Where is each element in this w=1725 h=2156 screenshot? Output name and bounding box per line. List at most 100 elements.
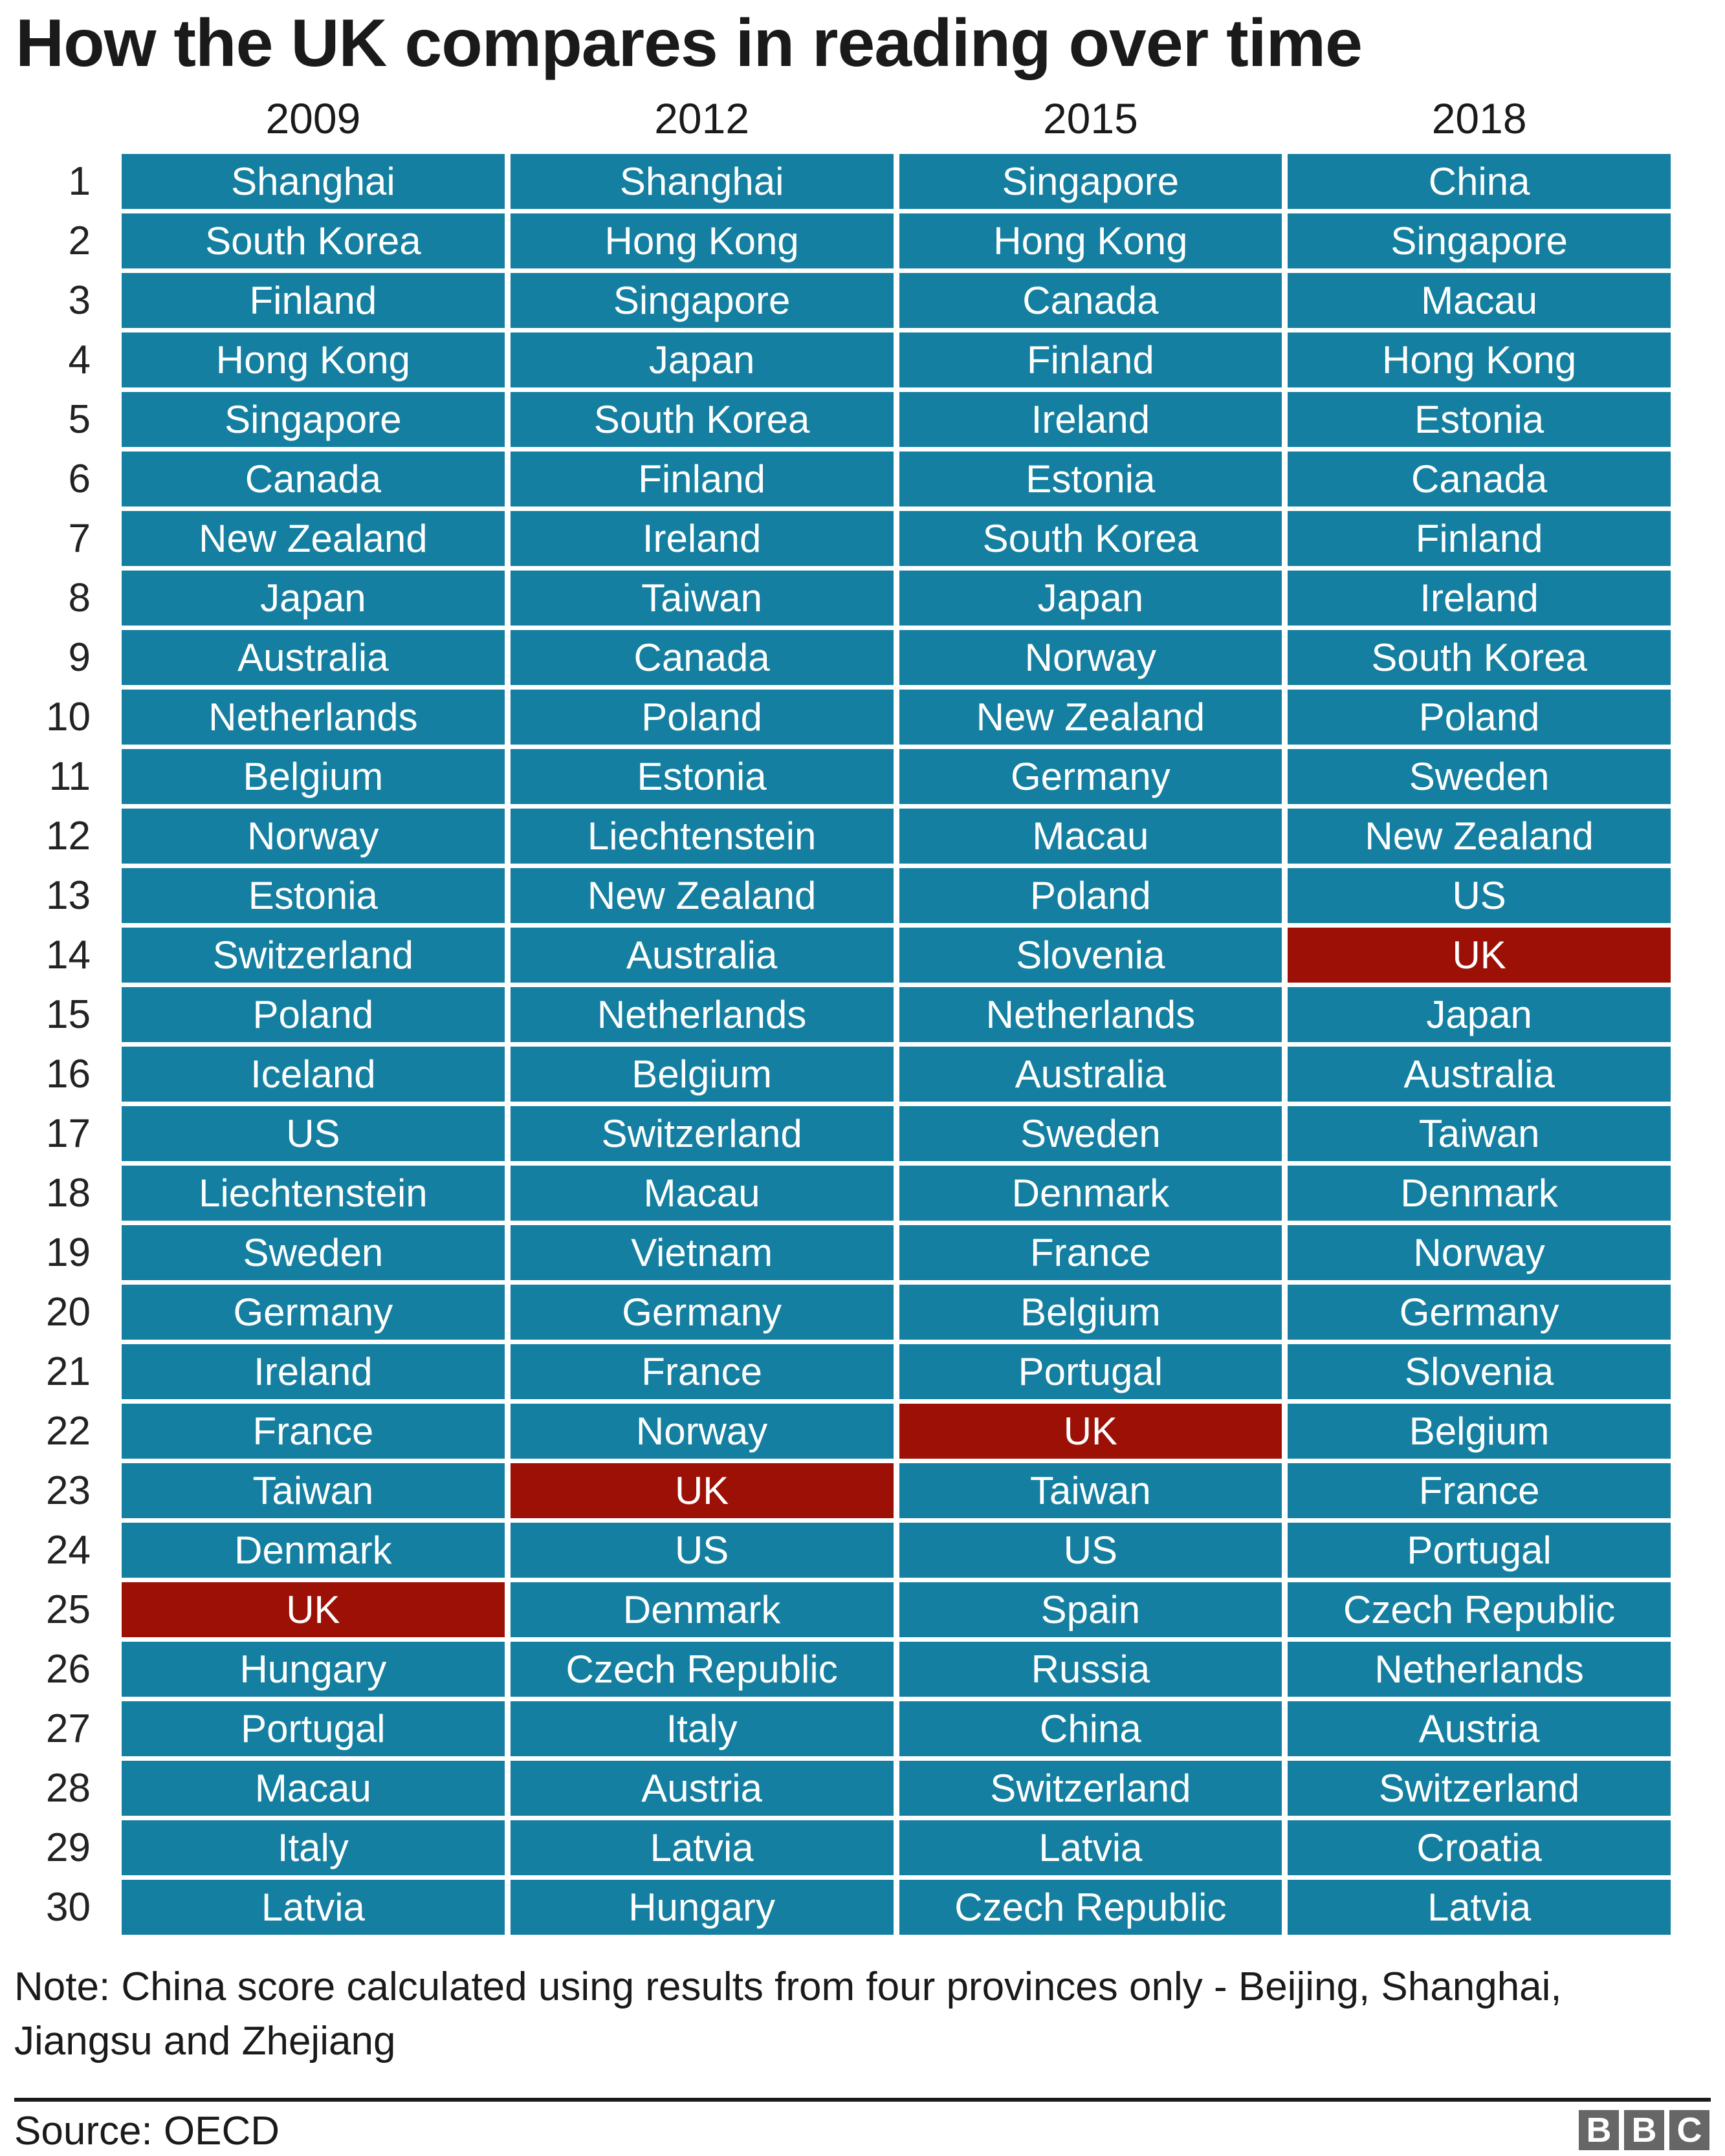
table-cell: Sweden [899,1106,1282,1161]
table-cell: Finland [1288,511,1671,566]
bbc-logo: B B C [1579,2110,1709,2150]
table-row: 28 Macau Austria Switzerland Switzerland [0,1761,1725,1816]
rank-number: 20 [46,1290,91,1334]
table-cell: Czech Republic [1288,1582,1671,1637]
table-cell: Hong Kong [899,213,1282,268]
table-cell: South Korea [122,213,505,268]
table-cell: Taiwan [899,1463,1282,1518]
rank-number: 24 [46,1528,91,1573]
table-cell: Italy [122,1820,505,1875]
table-row: 11 Belgium Estonia Germany Sweden [0,749,1725,804]
column-header-2012: 2012 [654,94,750,142]
right-margin-spacer [1671,987,1725,1042]
table-cell: Japan [122,571,505,626]
table-cell: Sweden [122,1225,505,1280]
table-cell: Latvia [122,1880,505,1935]
table-cell: Shanghai [122,154,505,209]
table-cell: New Zealand [1288,809,1671,864]
table-cell: Shanghai [510,154,894,209]
table-cell: Taiwan [1288,1106,1671,1161]
table-row: 22 France Norway UK Belgium [0,1404,1725,1459]
right-margin-spacer [1671,1642,1725,1697]
rank-number: 8 [68,576,91,620]
table-cell: Netherlands [1288,1642,1671,1697]
table-cell: Denmark [1288,1166,1671,1221]
table-cell: China [899,1701,1282,1756]
table-cell: New Zealand [899,690,1282,745]
table-cell: Norway [510,1404,894,1459]
rank-number: 18 [46,1171,91,1215]
rank-number: 30 [46,1885,91,1930]
table-cell: Australia [122,630,505,685]
table-cell: Ireland [1288,571,1671,626]
table-cell: South Korea [510,392,894,447]
table-cell: Switzerland [899,1761,1282,1816]
rank-number: 4 [68,338,91,382]
table-row: 8 Japan Taiwan Japan Ireland [0,571,1725,626]
table-cell: Singapore [510,273,894,328]
table-row: 24 Denmark US US Portugal [0,1523,1725,1578]
table-row: 26 Hungary Czech Republic Russia Netherlands [0,1642,1725,1697]
table-cell: Canada [899,273,1282,328]
table-cell-highlighted: UK [122,1582,505,1637]
footnote: Note: China score calculated using resul… [14,1965,1562,2063]
right-margin-spacer [1671,571,1725,626]
right-margin-spacer [1671,452,1725,506]
table-cell-highlighted: UK [899,1404,1282,1459]
table-row: 4 Hong Kong Japan Finland Hong Kong [0,332,1725,387]
table-cell: New Zealand [510,868,894,923]
bbc-logo-block-1: B [1579,2110,1619,2150]
table-cell-highlighted: UK [510,1463,894,1518]
table-cell: US [510,1523,894,1578]
table-cell: Estonia [1288,392,1671,447]
ranking-table: 1 Shanghai Shanghai Singapore China 2 South Ko… [0,154,1725,1939]
table-cell: Germany [899,749,1282,804]
right-margin-spacer [1671,1404,1725,1459]
table-cell: China [1288,154,1671,209]
table-row: 21 Ireland France Portugal Slovenia [0,1344,1725,1399]
table-cell: Denmark [122,1523,505,1578]
rank-number: 9 [68,635,91,680]
table-row: 29 Italy Latvia Latvia Croatia [0,1820,1725,1875]
table-cell: Canada [122,452,505,506]
table-row: 5 Singapore South Korea Ireland Estonia [0,392,1725,447]
table-cell: Singapore [899,154,1282,209]
table-cell: Macau [899,809,1282,864]
table-cell: Hungary [510,1880,894,1935]
table-cell: Norway [899,630,1282,685]
right-margin-spacer [1671,91,1725,146]
rank-number: 13 [46,873,91,918]
table-cell: Latvia [510,1820,894,1875]
table-cell: Austria [510,1761,894,1816]
table-cell: France [510,1344,894,1399]
table-cell: Macau [510,1166,894,1221]
column-header-row: 2009 2012 2015 2018 [0,91,1725,146]
table-cell: South Korea [1288,630,1671,685]
right-margin-spacer [1671,1225,1725,1280]
rank-number: 17 [46,1111,91,1156]
rank-number: 19 [46,1230,91,1275]
table-cell: Finland [510,452,894,506]
rank-number: 3 [68,278,91,323]
table-row: 13 Estonia New Zealand Poland US [0,868,1725,923]
infographic-root: How the UK compares in reading over time… [0,0,1725,2156]
table-row: 18 Liechtenstein Macau Denmark Denmark [0,1166,1725,1221]
right-margin-spacer [1671,213,1725,268]
table-row: 1 Shanghai Shanghai Singapore China [0,154,1725,209]
rank-number: 23 [46,1468,91,1513]
right-margin-spacer [1671,630,1725,685]
table-row: 12 Norway Liechtenstein Macau New Zealand [0,809,1725,864]
table-cell: Finland [899,332,1282,387]
right-margin-spacer [1671,749,1725,804]
right-margin-spacer [1671,511,1725,566]
table-row: 10 Netherlands Poland New Zealand Poland [0,690,1725,745]
right-margin-spacer [1671,1701,1725,1756]
table-cell: Liechtenstein [122,1166,505,1221]
table-cell: Estonia [510,749,894,804]
table-cell: Portugal [899,1344,1282,1399]
table-cell: France [122,1404,505,1459]
table-cell: Portugal [122,1701,505,1756]
rank-number: 6 [68,457,91,501]
right-margin-spacer [1671,1523,1725,1578]
table-cell: Canada [1288,452,1671,506]
